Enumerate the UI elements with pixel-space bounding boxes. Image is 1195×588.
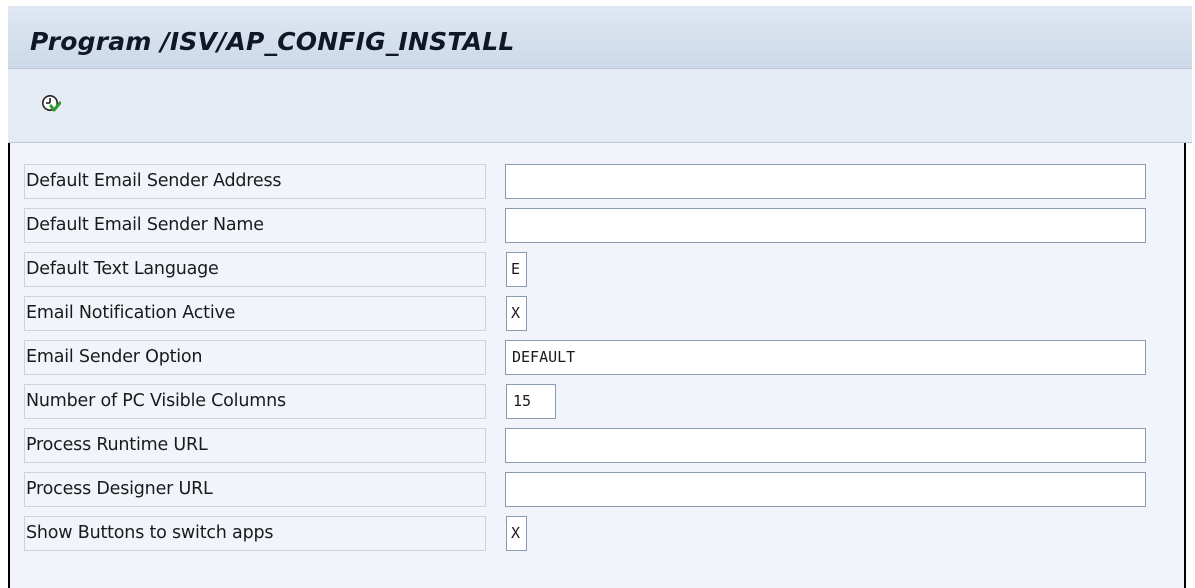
form-row-switch-apps: Show Buttons to switch apps X	[24, 516, 1161, 551]
form-row-text-language: Default Text Language E	[24, 252, 1161, 287]
label-sender-name: Default Email Sender Name	[26, 215, 264, 235]
text-language-input[interactable]: E	[506, 252, 527, 287]
form-row-notification-active: Email Notification Active X	[24, 296, 1161, 331]
label-text-language: Default Text Language	[26, 259, 219, 279]
application-toolbar	[8, 69, 1192, 143]
label-runtime-url: Process Runtime URL	[26, 435, 208, 455]
sender-name-input[interactable]	[505, 208, 1146, 243]
execute-clock-icon	[42, 95, 62, 112]
label-notification-active: Email Notification Active	[26, 303, 236, 323]
visible-columns-input[interactable]: 15	[506, 384, 556, 419]
label-sender-address: Default Email Sender Address	[26, 171, 282, 191]
notification-active-input[interactable]: X	[506, 296, 527, 331]
form-row-visible-columns: Number of PC Visible Columns 15	[24, 384, 1161, 419]
sender-option-input[interactable]: DEFAULT	[505, 340, 1146, 375]
runtime-url-input[interactable]	[505, 428, 1146, 463]
selection-screen: Default Email Sender Address Default Ema…	[8, 152, 1192, 588]
form-row-designer-url: Process Designer URL	[24, 472, 1161, 507]
form-row-sender-name: Default Email Sender Name	[24, 208, 1161, 243]
switch-apps-input[interactable]: X	[506, 516, 527, 551]
label-switch-apps: Show Buttons to switch apps	[26, 523, 274, 543]
title-bar: Program /ISV/AP_CONFIG_INSTALL	[8, 6, 1192, 69]
page-title: Program /ISV/AP_CONFIG_INSTALL	[30, 27, 515, 56]
sender-address-input[interactable]	[505, 164, 1146, 199]
label-designer-url: Process Designer URL	[26, 479, 213, 499]
form-row-sender-option: Email Sender Option DEFAULT	[24, 340, 1161, 375]
label-visible-columns: Number of PC Visible Columns	[26, 391, 286, 411]
label-sender-option: Email Sender Option	[26, 347, 203, 367]
designer-url-input[interactable]	[505, 472, 1146, 507]
form-row-runtime-url: Process Runtime URL	[24, 428, 1161, 463]
execute-button[interactable]	[41, 94, 62, 114]
form-row-sender-address: Default Email Sender Address	[24, 164, 1161, 199]
